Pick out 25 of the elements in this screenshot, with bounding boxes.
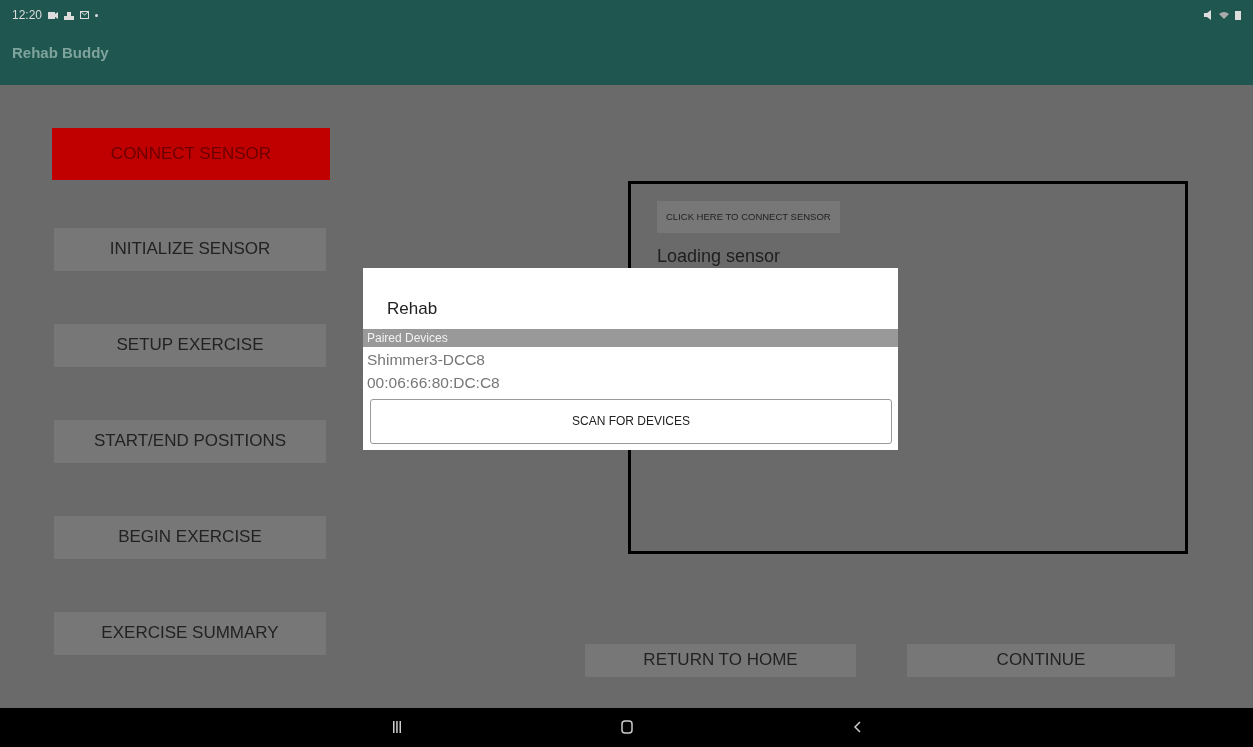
app-title: Rehab Buddy: [12, 43, 109, 63]
footer-button[interactable]: RETURN TO HOME: [585, 643, 856, 677]
status-time: 12:20: [12, 7, 43, 24]
recents-icon[interactable]: [392, 721, 401, 734]
footer-button[interactable]: CONTINUE: [907, 643, 1175, 677]
home-icon[interactable]: [620, 720, 633, 735]
connect-button[interactable]: CLICK HERE TO CONNECT SENSOR: [657, 200, 840, 233]
menu-button[interactable]: EXERCISE SUMMARY: [54, 611, 326, 655]
menu-button[interactable]: START/END POSITIONS: [54, 419, 326, 463]
camera-icon: [48, 11, 59, 19]
wifi-icon: [1219, 11, 1229, 19]
menu-button[interactable]: BEGIN EXERCISE: [54, 515, 326, 559]
menu-button[interactable]: CONNECT SENSOR: [52, 127, 330, 180]
dialog-title: Rehab: [386, 297, 439, 320]
mail-icon: [80, 11, 90, 19]
battery-icon: [1235, 10, 1241, 20]
scan-button[interactable]: SCAN FOR DEVICES: [370, 398, 892, 444]
dot-icon: [95, 13, 99, 17]
back-icon[interactable]: [852, 721, 861, 734]
menu-button[interactable]: SETUP EXERCISE: [54, 323, 326, 367]
menu-button[interactable]: INITIALIZE SENSOR: [54, 227, 326, 271]
status-text: Loading sensor: [657, 244, 781, 268]
device-name[interactable]: Shimmer3-DCC8: [363, 346, 898, 370]
device-address[interactable]: 00:06:66:80:DC:C8: [363, 369, 898, 393]
section-header: Paired Devices: [363, 328, 898, 347]
